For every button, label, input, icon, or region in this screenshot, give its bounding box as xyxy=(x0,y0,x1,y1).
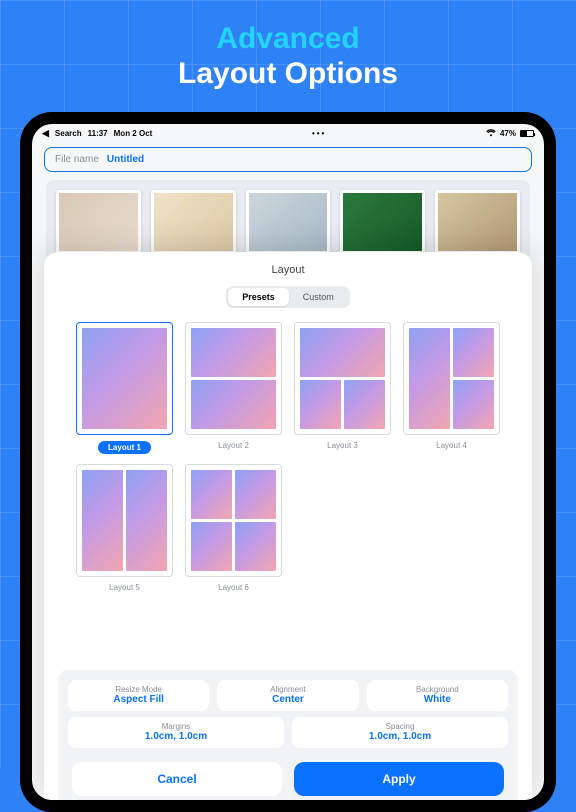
layout-label: Layout 2 xyxy=(218,441,249,450)
layout-option-4[interactable]: Layout 4 xyxy=(403,322,500,454)
option-resize-mode[interactable]: Resize Mode Aspect Fill xyxy=(68,680,209,711)
status-time: 11:37 xyxy=(88,129,108,138)
apply-button[interactable]: Apply xyxy=(294,762,504,796)
layout-label: Layout 5 xyxy=(109,583,140,592)
photo-thumb[interactable] xyxy=(56,190,141,254)
layout-label: Layout 3 xyxy=(327,441,358,450)
photo-thumb[interactable] xyxy=(151,190,236,254)
wifi-icon xyxy=(486,129,496,139)
marketing-headline: Advanced Layout Options xyxy=(0,0,576,91)
photo-thumb[interactable] xyxy=(435,190,520,254)
status-center-dots: ••• xyxy=(312,129,326,138)
layout-sheet: Layout Presets Custom Layout 1 Layout 2 … xyxy=(44,252,532,800)
filename-label: File name xyxy=(55,154,99,165)
ipad-frame: ◀ Search 11:37 Mon 2 Oct ••• 47% File na… xyxy=(20,112,556,812)
layout-label: Layout 6 xyxy=(218,583,249,592)
photo-thumbstrip xyxy=(46,180,530,260)
layout-option-3[interactable]: Layout 3 xyxy=(294,322,391,454)
status-date: Mon 2 Oct xyxy=(114,129,153,138)
layout-option-5[interactable]: Layout 5 xyxy=(76,464,173,592)
layout-option-2[interactable]: Layout 2 xyxy=(185,322,282,454)
status-back-label[interactable]: Search xyxy=(55,129,82,138)
layout-option-1[interactable]: Layout 1 xyxy=(76,322,173,454)
layout-grid: Layout 1 Layout 2 Layout 3 Layout 4 Layo… xyxy=(58,322,518,592)
headline-line2: Layout Options xyxy=(0,57,576,92)
layout-options-panel: Resize Mode Aspect Fill Alignment Center… xyxy=(58,670,518,800)
ipad-screen: ◀ Search 11:37 Mon 2 Oct ••• 47% File na… xyxy=(32,124,544,800)
segment-control[interactable]: Presets Custom xyxy=(226,286,350,308)
tab-custom[interactable]: Custom xyxy=(289,288,348,306)
photo-thumb[interactable] xyxy=(340,190,425,254)
layout-option-6[interactable]: Layout 6 xyxy=(185,464,282,592)
headline-line1: Advanced xyxy=(0,22,576,57)
option-margins[interactable]: Margins 1.0cm, 1.0cm xyxy=(68,717,284,748)
option-alignment[interactable]: Alignment Center xyxy=(217,680,358,711)
back-chevron-icon[interactable]: ◀ xyxy=(42,128,49,139)
battery-icon xyxy=(520,130,534,137)
status-battery-pct: 47% xyxy=(500,129,516,138)
layout-label: Layout 1 xyxy=(98,441,151,454)
tab-presets[interactable]: Presets xyxy=(228,288,289,306)
status-bar: ◀ Search 11:37 Mon 2 Oct ••• 47% xyxy=(32,124,544,141)
photo-thumb[interactable] xyxy=(246,190,331,254)
option-background[interactable]: Background White xyxy=(367,680,508,711)
sheet-title: Layout xyxy=(58,264,518,276)
filename-value[interactable]: Untitled xyxy=(107,154,144,165)
cancel-button[interactable]: Cancel xyxy=(72,762,282,796)
option-spacing[interactable]: Spacing 1.0cm, 1.0cm xyxy=(292,717,508,748)
layout-label: Layout 4 xyxy=(436,441,467,450)
filename-field[interactable]: File name Untitled xyxy=(44,147,532,172)
